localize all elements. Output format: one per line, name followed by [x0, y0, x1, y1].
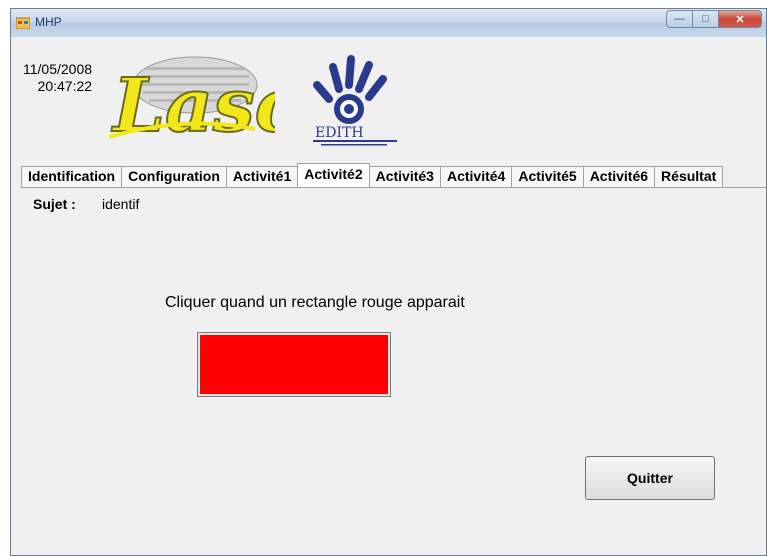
datetime-display: 11/05/2008 20:47:22	[23, 61, 92, 95]
minimize-icon[interactable]: —	[666, 10, 692, 28]
tab-configuration[interactable]: Configuration	[121, 166, 227, 187]
maximize-icon[interactable]: □	[692, 10, 718, 28]
close-icon[interactable]: ✕	[718, 10, 762, 28]
tab-activite5[interactable]: Activité5	[511, 166, 584, 187]
instruction-text: Cliquer quand un rectangle rouge apparai…	[165, 294, 465, 311]
svg-text:Lasc: Lasc	[111, 63, 275, 145]
tab-identification[interactable]: Identification	[21, 166, 123, 187]
app-icon	[16, 17, 30, 29]
edith-logo: EDITH	[313, 55, 397, 146]
window-title: MHP	[35, 15, 62, 29]
tab-activite3[interactable]: Activité3	[368, 166, 441, 187]
tab-activite4[interactable]: Activité4	[439, 166, 513, 187]
edith-logo-text: EDITH	[315, 125, 364, 141]
lasc-logo: Lasc	[108, 56, 275, 145]
tab-activite1[interactable]: Activité1	[225, 166, 299, 187]
client-area: 11/05/2008 20:47:22 Lasc	[11, 37, 766, 555]
subject-label: Sujet :	[33, 196, 76, 212]
caption-buttons: — □ ✕	[666, 10, 762, 30]
date-text: 11/05/2008	[23, 61, 93, 77]
tab-activite2[interactable]: Activité2	[297, 163, 370, 187]
tab-activite6[interactable]: Activité6	[582, 166, 656, 187]
activity-panel: Sujet : identif Cliquer quand un rectang…	[21, 187, 766, 555]
quit-button[interactable]: Quitter	[585, 456, 715, 500]
time-text: 20:47:22	[37, 78, 93, 94]
tab-resultat[interactable]: Résultat	[654, 166, 724, 187]
title-bar[interactable]: MHP — □ ✕	[11, 9, 766, 37]
app-window: MHP — □ ✕ 11/05/2008 20:47:22 Lasc	[10, 8, 767, 556]
tab-strip: Identification Configuration Activité1 A…	[21, 163, 724, 187]
red-target-fill	[201, 336, 387, 393]
subject-value: identif	[102, 196, 140, 212]
red-target-rectangle[interactable]	[197, 332, 391, 397]
